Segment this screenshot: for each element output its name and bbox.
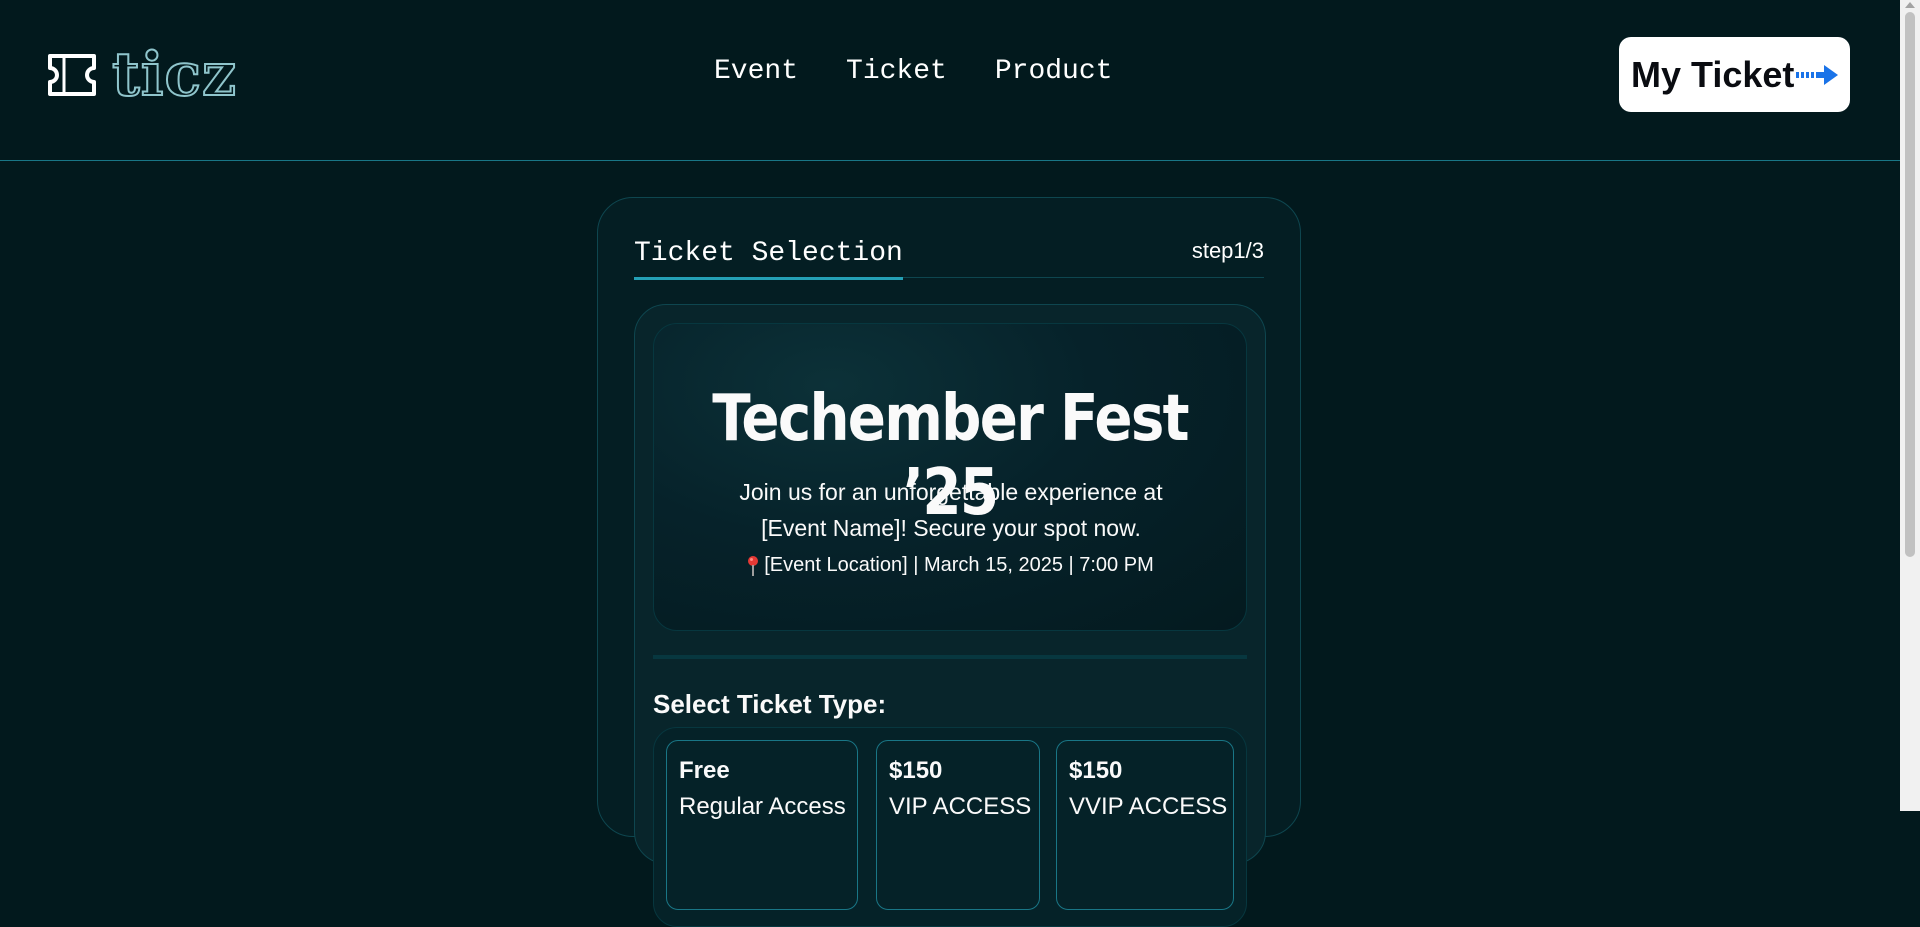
ticket-option-vvip[interactable]: $150 VVIP ACCESS xyxy=(1056,740,1234,910)
card-title: Ticket Selection xyxy=(634,238,903,280)
card-header: Ticket Selection step1/3 xyxy=(634,238,1264,280)
ticket-name: VIP ACCESS xyxy=(889,793,1032,820)
site-header: ticz Event Ticket Product My Ticket xyxy=(0,0,1900,161)
pin-icon xyxy=(748,555,759,576)
event-meta-text: [Event Location] | March 15, 2025 | 7:00… xyxy=(764,554,1154,576)
page-scrollbar[interactable] xyxy=(1900,0,1920,811)
ticket-name: Regular Access xyxy=(679,793,846,820)
main-nav: Event Ticket Product xyxy=(714,56,1112,87)
card-body: Techember Fest ’25 Join us for an unforg… xyxy=(634,304,1266,927)
logo-text: ticz xyxy=(111,40,238,110)
nav-product[interactable]: Product xyxy=(995,56,1113,87)
section-divider xyxy=(653,655,1247,659)
scroll-up-arrow-icon[interactable] xyxy=(1905,2,1915,8)
event-description: Join us for an unforgettable experience … xyxy=(739,479,1163,541)
ticket-price: $150 xyxy=(1069,757,1123,784)
scroll-thumb[interactable] xyxy=(1905,12,1915,557)
ticket-price: $150 xyxy=(889,757,943,784)
ticket-option-vip[interactable]: $150 VIP ACCESS xyxy=(876,740,1040,910)
arrow-right-icon xyxy=(1796,64,1839,85)
step-indicator: step1/3 xyxy=(1191,238,1264,263)
ticket-logo-icon xyxy=(48,54,96,96)
event-meta: [Event Location] | March 15, 2025 | 7:00… xyxy=(654,554,1246,577)
logo[interactable]: ticz xyxy=(46,40,238,110)
event-banner: Techember Fest ’25 Join us for an unforg… xyxy=(653,323,1247,631)
my-ticket-label: My Ticket xyxy=(1631,53,1795,95)
my-ticket-button[interactable]: My Ticket xyxy=(1619,37,1850,112)
select-ticket-label: Select Ticket Type: xyxy=(653,689,887,719)
ticket-type-list: Free Regular Access $150 VIP ACCESS $150… xyxy=(653,727,1247,927)
nav-event[interactable]: Event xyxy=(714,56,798,87)
ticket-selection-card: Ticket Selection step1/3 Techember Fest … xyxy=(597,197,1301,927)
ticket-name: VVIP ACCESS xyxy=(1069,793,1228,820)
ticket-option-regular[interactable]: Free Regular Access xyxy=(666,740,858,910)
ticket-price: Free xyxy=(679,757,730,784)
nav-ticket[interactable]: Ticket xyxy=(846,56,947,87)
